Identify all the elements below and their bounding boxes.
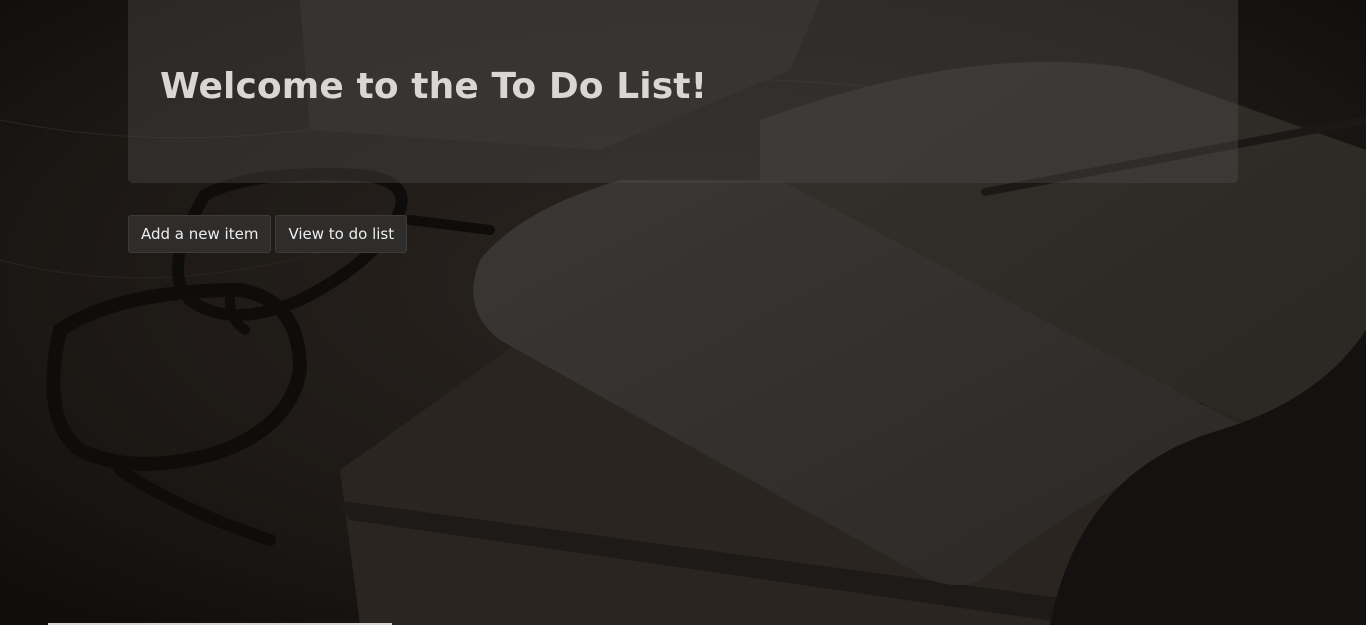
welcome-banner: Welcome to the To Do List! (128, 0, 1238, 183)
action-buttons: Add a new item View to do list (128, 215, 408, 253)
add-new-item-button[interactable]: Add a new item (128, 215, 272, 253)
page-title: Welcome to the To Do List! (160, 66, 708, 107)
view-todo-list-button[interactable]: View to do list (275, 215, 408, 253)
